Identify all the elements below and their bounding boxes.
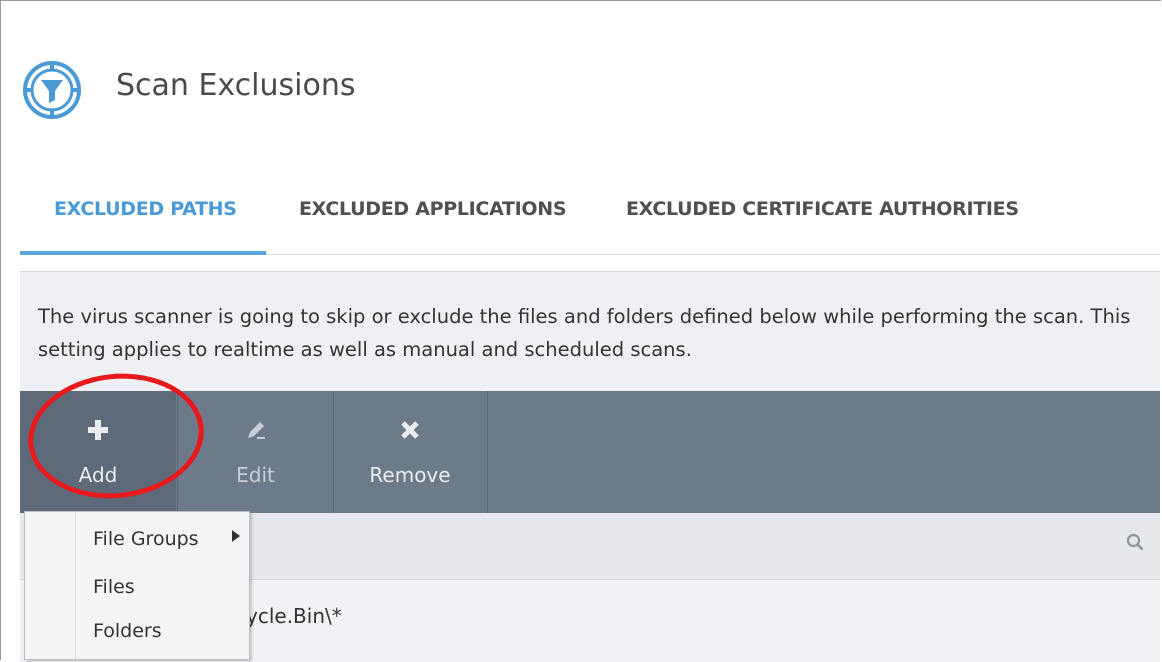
remove-button[interactable]: Remove bbox=[333, 391, 488, 513]
menu-item-folders[interactable]: Folders bbox=[93, 620, 162, 642]
tab-excluded-paths[interactable]: EXCLUDED PATHS bbox=[54, 198, 237, 220]
x-icon bbox=[333, 419, 487, 445]
description-text: The virus scanner is going to skip or ex… bbox=[38, 305, 1131, 361]
edit-button-label: Edit bbox=[236, 463, 275, 487]
edit-button[interactable]: Edit bbox=[177, 391, 334, 513]
active-tab-indicator bbox=[20, 251, 266, 255]
submenu-arrow-icon bbox=[232, 530, 240, 542]
shield-filter-icon bbox=[23, 61, 81, 119]
remove-button-label: Remove bbox=[369, 463, 451, 487]
menu-item-files[interactable]: Files bbox=[93, 576, 135, 598]
list-item-path: ycle.Bin\* bbox=[246, 604, 342, 628]
add-dropdown-menu: File Groups Files Folders bbox=[24, 511, 250, 660]
menu-item-file-groups[interactable]: File Groups bbox=[93, 528, 199, 550]
page-title: Scan Exclusions bbox=[116, 68, 356, 103]
tab-excluded-certificate-authorities[interactable]: EXCLUDED CERTIFICATE AUTHORITIES bbox=[626, 198, 1019, 220]
tab-excluded-applications[interactable]: EXCLUDED APPLICATIONS bbox=[299, 198, 567, 220]
tab-bar: EXCLUDED PATHS EXCLUDED APPLICATIONS EXC… bbox=[20, 180, 1160, 255]
search-icon[interactable] bbox=[1126, 533, 1144, 551]
menu-separator bbox=[75, 512, 76, 659]
